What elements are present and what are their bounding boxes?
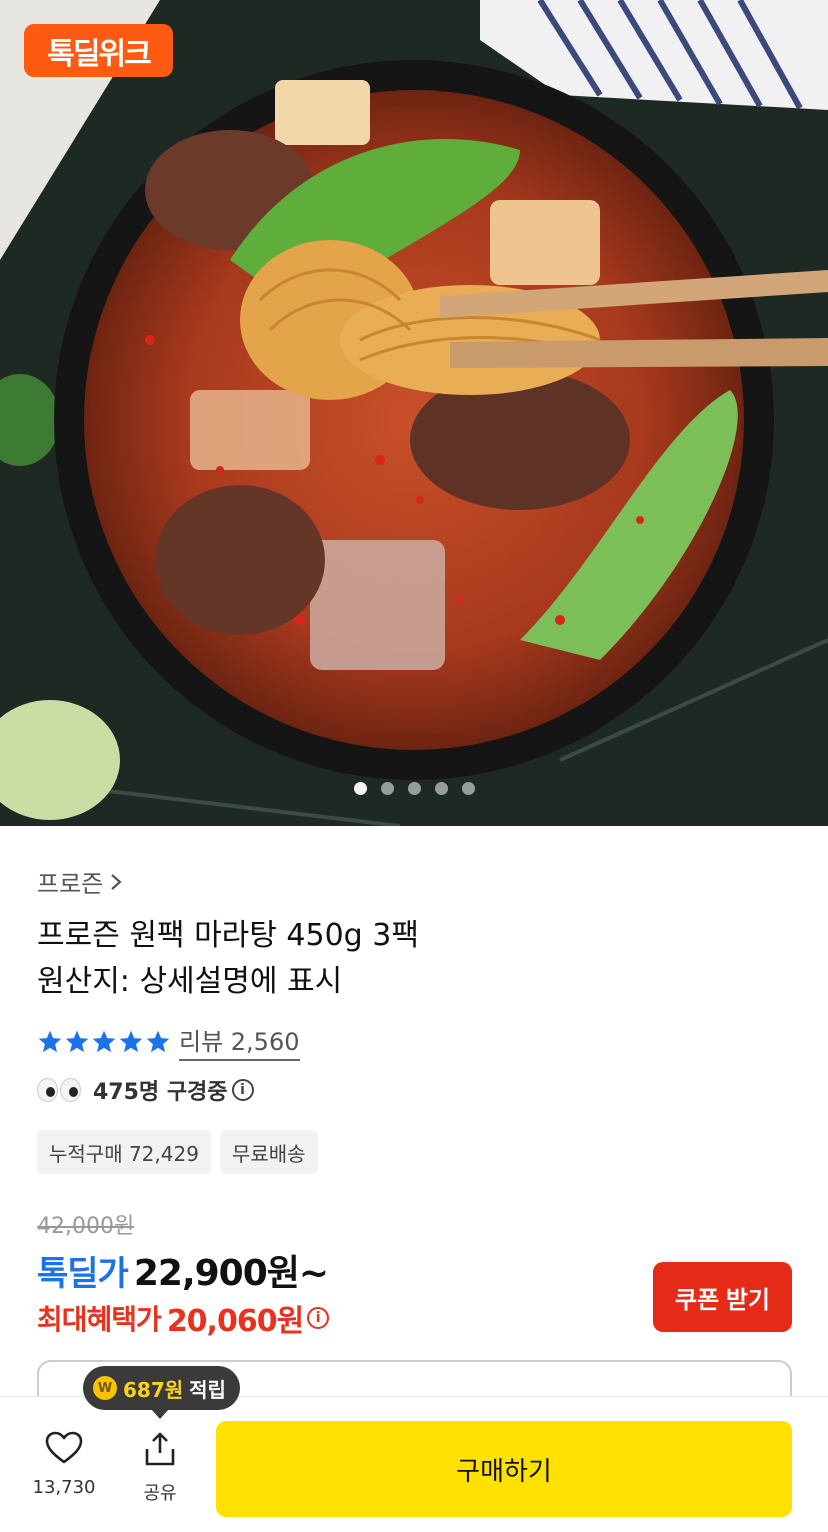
carousel-dot[interactable] — [461, 782, 475, 795]
like-count: 13,730 — [32, 1477, 96, 1498]
info-icon[interactable]: i — [307, 1307, 330, 1329]
star-icon — [146, 1030, 170, 1052]
carousel-dot[interactable] — [407, 782, 421, 795]
coin-icon: W — [93, 1376, 117, 1400]
viewers-count: 475명 구경중 — [93, 1080, 228, 1105]
tag-chip: 무료배송 — [219, 1130, 318, 1174]
category-label: 프로즌 — [37, 870, 104, 898]
like-button[interactable]: 13,730 — [28, 1431, 100, 1498]
star-icon — [38, 1030, 62, 1052]
star-icon — [119, 1030, 143, 1052]
info-icon[interactable]: i — [231, 1079, 254, 1101]
star-icon — [65, 1030, 89, 1052]
share-icon — [145, 1432, 175, 1466]
product-image-carousel[interactable]: 톡딜위크 — [0, 0, 828, 826]
carousel-dot[interactable] — [434, 782, 448, 795]
carousel-dot[interactable] — [380, 782, 394, 795]
review-link[interactable]: 리뷰 2,560 — [179, 1022, 300, 1061]
deal-price: 22,900원~ — [133, 1253, 329, 1294]
heart-icon — [45, 1431, 83, 1464]
max-benefit-price: 20,060원 — [166, 1304, 304, 1339]
category-breadcrumb[interactable]: 프로즌 — [37, 864, 123, 899]
buy-button[interactable]: 구매하기 — [216, 1421, 792, 1517]
coupon-button[interactable]: 쿠폰 받기 — [653, 1262, 792, 1332]
star-icon — [92, 1030, 116, 1052]
max-benefit-row: 최대혜택가 20,060원 i — [37, 1296, 330, 1340]
max-benefit-label: 최대혜택가 — [37, 1303, 162, 1336]
bottom-action-bar: 13,730 공유 구매하기 — [0, 1396, 828, 1532]
share-button[interactable]: 공유 — [126, 1431, 194, 1505]
product-title: 프로즌 원팩 마라탕 450g 3팩 — [37, 918, 419, 953]
tag-chip: 누적구매 72,429 — [37, 1130, 211, 1174]
original-price: 42,000원 — [37, 1214, 135, 1239]
eyes-icon — [37, 1078, 81, 1102]
points-text: 적립 — [189, 1377, 226, 1402]
points-tooltip: W 687원 적립 — [83, 1366, 240, 1419]
rating-row: 리뷰 2,560 — [37, 1022, 300, 1061]
deal-label: 톡딜가 — [37, 1254, 129, 1294]
deal-price-row: 톡딜가 22,900원~ — [37, 1244, 329, 1296]
product-origin: 원산지: 상세설명에 표시 — [37, 964, 343, 999]
points-amount: 687원 — [123, 1377, 184, 1402]
viewers-row: 475명 구경중 i — [37, 1074, 254, 1106]
chevron-right-icon — [111, 873, 122, 890]
carousel-dot[interactable] — [353, 782, 367, 795]
product-photo — [0, 0, 828, 826]
brand-badge: 톡딜위크 — [24, 24, 173, 77]
carousel-indicator — [0, 782, 828, 795]
star-rating — [37, 1029, 171, 1055]
tag-chips: 누적구매 72,429 무료배송 — [37, 1130, 318, 1174]
share-label: 공유 — [143, 1483, 177, 1504]
